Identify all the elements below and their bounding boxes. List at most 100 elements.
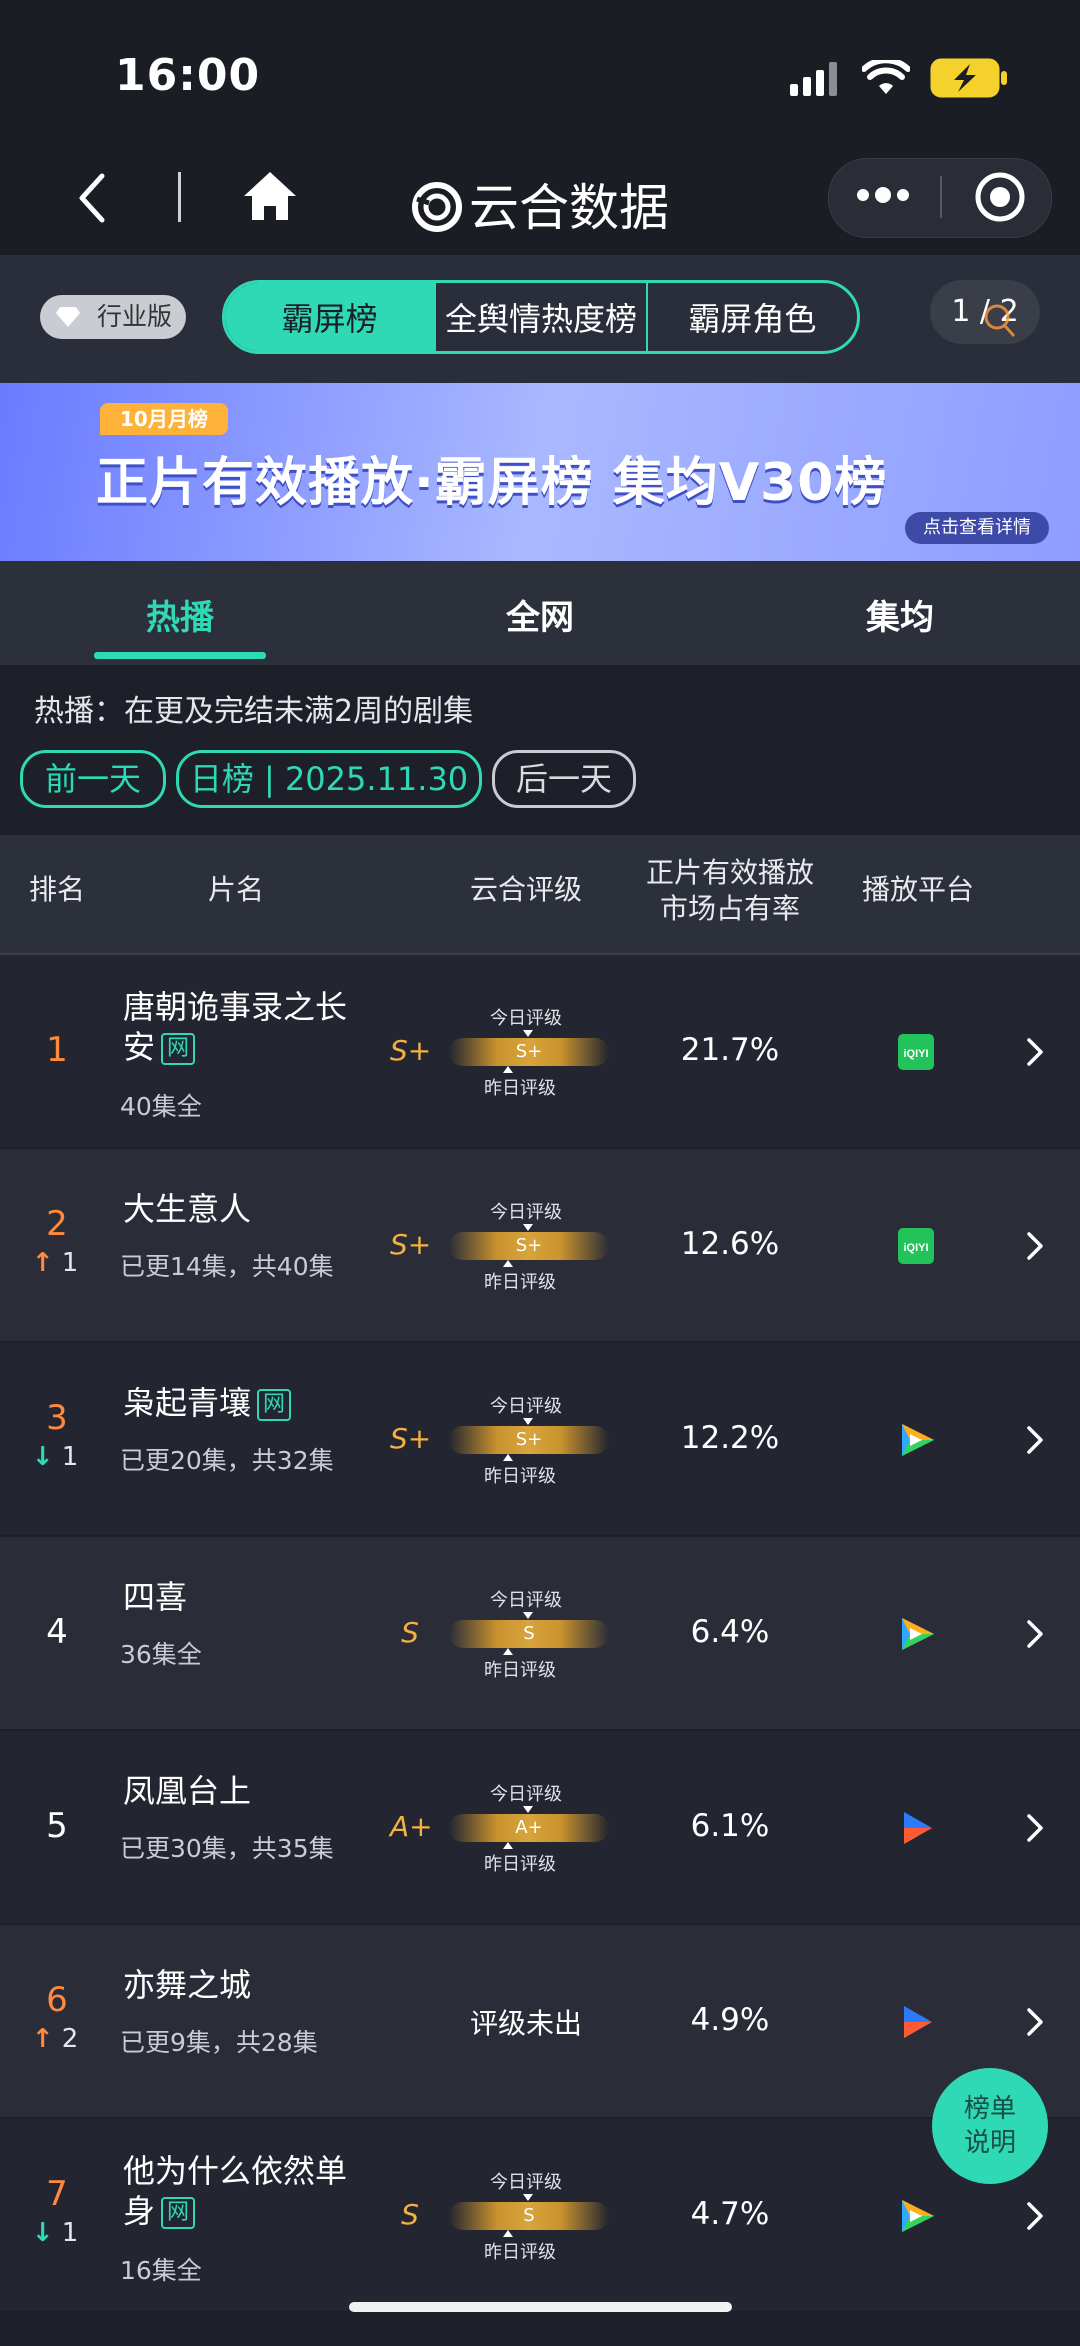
yunhe-logo-icon [412, 182, 462, 232]
today-marker-icon [523, 1612, 533, 1619]
episode-status: 已更20集，共32集 [120, 1446, 334, 1475]
drama-title[interactable]: 唐朝诡事录之长安网 [123, 987, 353, 1067]
chevron-right-icon[interactable] [1026, 1426, 1044, 1454]
rank-number: 5 [46, 1806, 68, 1846]
banner-month-tag: 10月月榜 [100, 403, 228, 435]
status-time: 16:00 [115, 50, 261, 101]
tab-per-episode[interactable]: 集均 [810, 590, 990, 639]
episode-status: 已更30集，共35集 [120, 1834, 334, 1863]
yesterday-marker-icon [503, 1260, 513, 1267]
target-close-icon[interactable] [974, 171, 1026, 223]
active-tab-indicator [94, 652, 266, 659]
yesterday-grade-label: 昨日评级 [484, 2242, 556, 2263]
home-indicator[interactable] [349, 2302, 732, 2312]
rank-trend: ↑ 1 [0, 1248, 110, 1278]
trend-value: 1 [61, 1248, 79, 1278]
yesterday-marker-icon [503, 1842, 513, 1849]
drama-title[interactable]: 他为什么依然单身网 [123, 2151, 353, 2231]
grade-value: S+ [390, 1228, 432, 1261]
chevron-right-icon[interactable] [1026, 1814, 1044, 1842]
banner-title: 正片有效播放·霸屏榜 集均V30榜 [96, 453, 888, 513]
svg-text:iQIYI: iQIYI [903, 1242, 928, 1254]
rank-trend: ↑ 2 [0, 2024, 110, 2054]
tab-hot[interactable]: 热播 [90, 590, 270, 639]
diamond-icon [56, 307, 80, 327]
grade-bar: S+ [449, 1038, 609, 1066]
trend-value: 2 [61, 2024, 79, 2054]
market-share: 6.1% [690, 1808, 770, 1844]
trend-up-icon: ↑ [31, 2024, 54, 2054]
tencent-platform-icon[interactable] [898, 1616, 938, 1652]
chevron-right-icon[interactable] [1026, 1232, 1044, 1260]
net-drama-badge: 网 [257, 1389, 292, 1421]
prev-day-button[interactable]: 前一天 [20, 750, 166, 808]
segment-bapingbang[interactable]: 霸屏榜 [225, 283, 437, 351]
header-title: 片名 [207, 873, 264, 906]
youku-platform-icon[interactable] [898, 1810, 938, 1846]
rank-trend: ↓ 1 [0, 2218, 110, 2248]
iqiyi-platform-icon[interactable]: iQIYI [898, 1228, 938, 1264]
rank-number: 4 [46, 1612, 68, 1652]
grade-bar: S [449, 2202, 609, 2230]
header-rank: 排名 [28, 873, 85, 906]
tencent-platform-icon[interactable] [898, 1422, 938, 1458]
segment-bapingjuese[interactable]: 霸屏角色 [648, 283, 857, 351]
market-share: 12.6% [680, 1226, 780, 1262]
segment-quanyuqing[interactable]: 全舆情热度榜 [436, 283, 648, 351]
header-platform: 播放平台 [861, 873, 974, 906]
yesterday-grade-label: 昨日评级 [484, 1660, 556, 1681]
youku-platform-icon[interactable] [898, 2004, 938, 2040]
more-dots-icon[interactable] [855, 183, 911, 207]
edition-badge[interactable]: 行业版 [40, 295, 186, 339]
chevron-right-icon[interactable] [1026, 1620, 1044, 1648]
list-explanation-label: 榜单说明 [963, 2094, 1016, 2158]
header-share: 正片有效播放 市场占有率 [645, 856, 814, 925]
drama-title-text: 凤凰台上 [123, 1772, 252, 1810]
iqiyi-platform-icon[interactable]: iQIYI [898, 1034, 938, 1070]
rank-number: 2 [46, 1204, 68, 1244]
yesterday-grade-label: 昨日评级 [484, 1854, 556, 1875]
grade-value: S [401, 1616, 419, 1649]
drama-title[interactable]: 亦舞之城 [123, 1965, 363, 2005]
list-description: 热播：在更及完结未满2周的剧集 [34, 694, 474, 729]
market-share: 4.7% [690, 2196, 770, 2232]
header-grade: 云合评级 [469, 873, 582, 906]
tencent-platform-icon[interactable] [898, 2198, 938, 2234]
yesterday-marker-icon [503, 2230, 513, 2237]
rank-number: 1 [46, 1030, 68, 1070]
episode-status: 已更9集，共28集 [120, 2028, 318, 2057]
banner-detail-button[interactable]: 点击查看详情 [905, 512, 1049, 544]
episode-status: 16集全 [120, 2256, 202, 2285]
today-grade-label: 今日评级 [490, 2172, 562, 2193]
next-day-button[interactable]: 后一天 [492, 750, 636, 808]
yesterday-grade-label: 昨日评级 [484, 1466, 556, 1487]
wifi-icon [862, 60, 910, 94]
grade-bar: S+ [449, 1232, 609, 1260]
trend-down-icon: ↓ [31, 2218, 54, 2248]
yesterday-grade-label: 昨日评级 [484, 1078, 556, 1099]
search-icon[interactable] [982, 302, 1018, 342]
drama-title[interactable]: 四喜 [123, 1577, 363, 1617]
chevron-right-icon[interactable] [1026, 2202, 1044, 2230]
rank-number: 6 [46, 1980, 68, 2020]
net-drama-badge: 网 [161, 1033, 196, 1065]
chevron-right-icon[interactable] [1026, 1038, 1044, 1066]
today-marker-icon [523, 1224, 533, 1231]
today-grade-label: 今日评级 [490, 1590, 562, 1611]
signal-icon [790, 62, 837, 96]
grade-bar: S+ [449, 1426, 609, 1454]
drama-title[interactable]: 大生意人 [123, 1189, 363, 1229]
date-selector[interactable]: 日榜 | 2025.11.30 [176, 750, 482, 808]
yesterday-grade-label: 昨日评级 [484, 1272, 556, 1293]
drama-title[interactable]: 枭起青壤网 [123, 1383, 363, 1423]
drama-title[interactable]: 凤凰台上 [123, 1771, 363, 1811]
drama-title-text: 唐朝诡事录之长安 [123, 988, 348, 1066]
tab-all-network[interactable]: 全网 [450, 590, 630, 639]
chevron-right-icon[interactable] [1026, 2008, 1044, 2036]
trend-value: 1 [61, 1442, 79, 1472]
grade-value: S [401, 2198, 419, 2231]
episode-status: 已更14集，共40集 [120, 1252, 334, 1281]
today-grade-label: 今日评级 [490, 1202, 562, 1223]
list-explanation-button[interactable]: 榜单说明 [932, 2068, 1048, 2184]
grade-value: A+ [390, 1810, 433, 1843]
